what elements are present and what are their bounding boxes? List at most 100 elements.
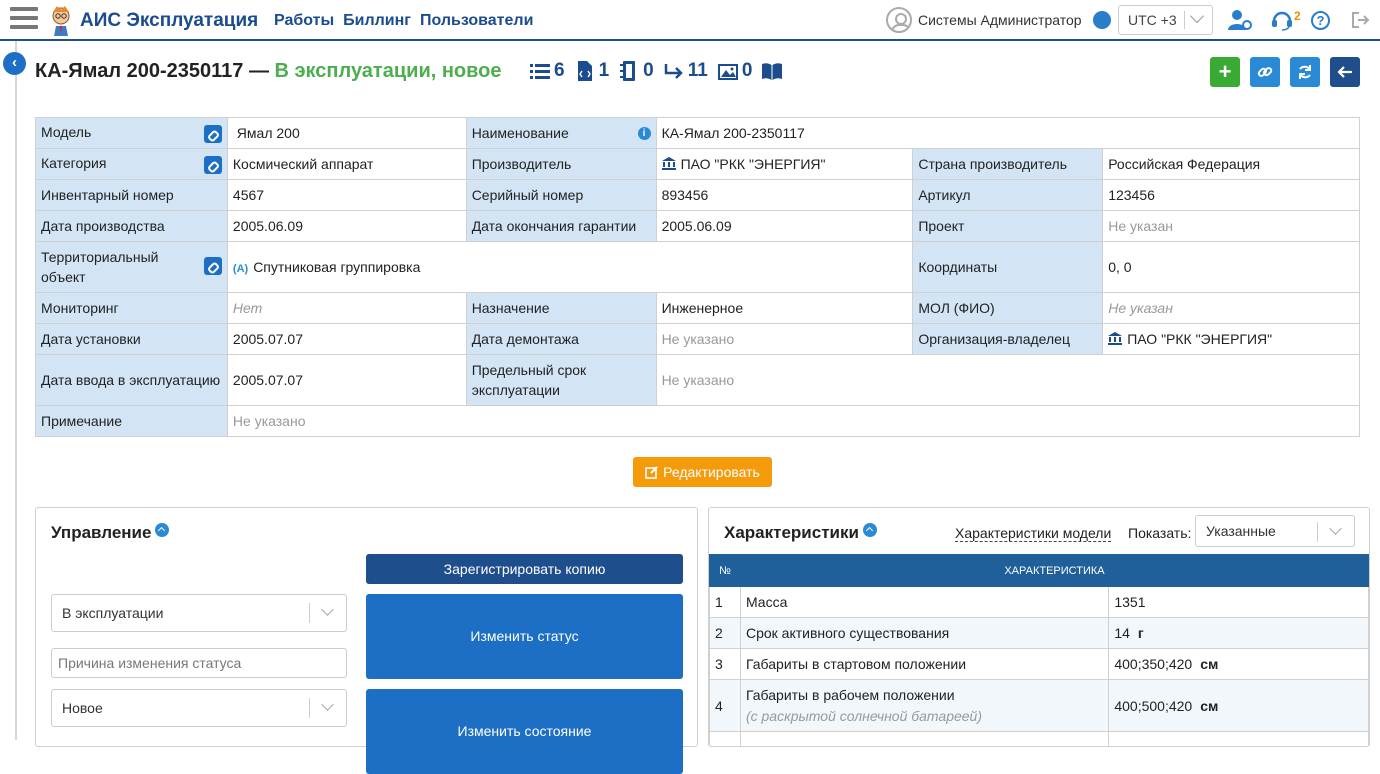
territorial-value[interactable]: Спутниковая группировка — [253, 259, 420, 275]
table-row — [709, 731, 1369, 746]
link-icon[interactable] — [203, 257, 222, 275]
row-number — [709, 731, 741, 746]
edit-icon — [645, 466, 658, 479]
serial-value: 893456 — [655, 179, 914, 211]
menu-icon[interactable] — [10, 7, 38, 31]
mol-label: МОЛ (ФИО) — [912, 292, 1104, 324]
characteristic-value: 400;350;420 см — [1108, 648, 1369, 680]
dismount-value: Не указано — [655, 323, 914, 355]
category-value: Космический аппарат — [226, 148, 467, 180]
country-label: Страна производитель — [912, 148, 1104, 180]
link-icon[interactable] — [203, 155, 222, 174]
memory-chip-icon — [620, 61, 636, 81]
timezone-select[interactable]: UTC +3 — [1118, 5, 1213, 35]
counter-memory[interactable]: 0 — [619, 60, 654, 82]
counter-book[interactable] — [762, 61, 786, 81]
chevron-up-icon[interactable] — [155, 523, 170, 537]
characteristic-value: 1351 — [1108, 586, 1369, 618]
prod-date-label: Дата производства — [35, 210, 228, 242]
commission-value: 2005.07.07 — [226, 354, 467, 406]
warranty-value: 2005.06.09 — [655, 210, 914, 242]
table-row: Дата ввода в эксплуатацию 2005.07.07 Пре… — [35, 354, 1361, 406]
manufacturer-value[interactable]: ПАО "РКК "ЭНЕРГИЯ" — [681, 156, 826, 172]
refresh-icon — [1299, 65, 1311, 79]
value-text: 400;500;420 — [1114, 697, 1193, 714]
install-label: Дата установки — [35, 323, 228, 355]
show-label: Показать: — [1128, 525, 1192, 541]
characteristic-value — [1108, 731, 1369, 746]
chevron-up-icon[interactable] — [862, 523, 877, 537]
select-divider — [1317, 522, 1318, 542]
value-text: 1351 — [1114, 594, 1146, 610]
satellite-icon: (A) — [232, 263, 249, 275]
note-value: Не указано — [226, 405, 1361, 437]
install-value: 2005.07.07 — [226, 323, 467, 355]
table-row: Мониторинг Нет Назначение Инженерное МОЛ… — [35, 292, 1360, 324]
counter-documents[interactable]: 1 — [575, 60, 609, 82]
bank-icon — [661, 157, 676, 170]
support-headset-icon[interactable] — [1271, 9, 1293, 31]
edit-button[interactable]: Редактировать — [633, 457, 772, 487]
globe-icon — [1093, 11, 1111, 29]
characteristics-title[interactable]: Характеристики — [724, 523, 877, 543]
manufacturer-cell: ПАО "РКК "ЭНЕРГИЯ" — [655, 148, 914, 180]
owner-value[interactable]: ПАО "РКК "ЭНЕРГИЯ" — [1127, 331, 1272, 347]
state-select[interactable]: Новое — [51, 689, 347, 727]
help-icon[interactable]: ? — [1311, 11, 1330, 30]
link-button[interactable] — [1250, 57, 1280, 87]
row-number: 1 — [709, 586, 741, 618]
register-copy-button[interactable]: Зарегистрировать копию — [366, 554, 683, 584]
characteristic-name — [739, 731, 1110, 746]
arrow-left-icon — [1337, 66, 1352, 78]
logout-icon[interactable] — [1351, 11, 1371, 29]
nav-billing[interactable]: Биллинг — [343, 12, 411, 30]
characteristics-title-text: Характеристики — [724, 523, 859, 542]
add-button[interactable]: + — [1210, 57, 1240, 87]
table-row: Примечание Не указано — [35, 405, 1361, 437]
user-menu[interactable]: Системы Администратор — [886, 7, 1082, 33]
characteristic-name: Габариты в стартовом положении — [739, 648, 1110, 680]
table-row: Модель Ямал 200 Наименование i КА-Ямал 20… — [35, 117, 1361, 149]
counter-items[interactable]: 6 — [530, 60, 565, 82]
model-value: Ямал 200 — [226, 117, 467, 149]
model-characteristics-link[interactable]: Характеристики модели — [955, 525, 1112, 542]
show-select[interactable]: Указанные — [1195, 515, 1355, 547]
info-icon[interactable]: i — [637, 127, 651, 140]
nav-works[interactable]: Работы — [274, 12, 334, 30]
name-label: Наименование — [471, 125, 569, 141]
territorial-cell: (A) Спутниковая группировка — [226, 241, 914, 293]
table-row: 4 Габариты в рабочем положении (с раскрыт… — [709, 679, 1369, 732]
note-label: Примечание — [35, 405, 228, 437]
management-title[interactable]: Управление — [51, 523, 170, 543]
status-reason-input[interactable]: Причина изменения статуса — [51, 648, 347, 678]
purpose-label: Назначение — [465, 292, 657, 324]
change-status-button[interactable]: Изменить статус — [366, 594, 683, 679]
link-icon[interactable] — [203, 124, 222, 143]
table-row: Дата производства 2005.06.09 Дата оконча… — [35, 210, 1360, 242]
collapse-sidebar-button[interactable]: ‹ — [3, 52, 26, 75]
main-nav: Работы Биллинг Пользователи — [274, 12, 542, 30]
prod-date-value: 2005.06.09 — [226, 210, 467, 242]
value-text: 14 — [1114, 625, 1130, 641]
select-divider — [1184, 11, 1185, 29]
bank-icon — [1108, 332, 1123, 345]
counter-photos[interactable]: 0 — [717, 60, 752, 82]
app-title[interactable]: АИС Эксплуатация — [80, 10, 258, 32]
table-row: Категория Космический аппарат Производит… — [35, 148, 1360, 180]
status-select[interactable]: В эксплуатации — [51, 594, 347, 632]
characteristic-name: Срок активного существования — [739, 617, 1110, 649]
project-label: Проект — [912, 210, 1104, 242]
commission-label: Дата ввода в эксплуатацию — [35, 354, 228, 406]
change-state-button[interactable]: Изменить состояние — [366, 689, 683, 774]
refresh-button[interactable] — [1290, 57, 1320, 87]
back-button[interactable] — [1330, 57, 1360, 87]
project-value: Не указан — [1102, 210, 1360, 242]
prop-label: Категория — [35, 148, 228, 180]
page-title: КА-Ямал 200-2350117 — В эксплуатации, но… — [35, 60, 502, 83]
user-settings-icon[interactable] — [1228, 9, 1252, 31]
counter-moves[interactable]: 11 — [664, 60, 708, 82]
counter-items-value: 6 — [554, 60, 565, 81]
sub-text: (с раскрытой солнечной батареей) — [745, 707, 983, 724]
nav-users[interactable]: Пользователи — [420, 12, 533, 30]
chevron-down-icon — [1189, 8, 1205, 24]
